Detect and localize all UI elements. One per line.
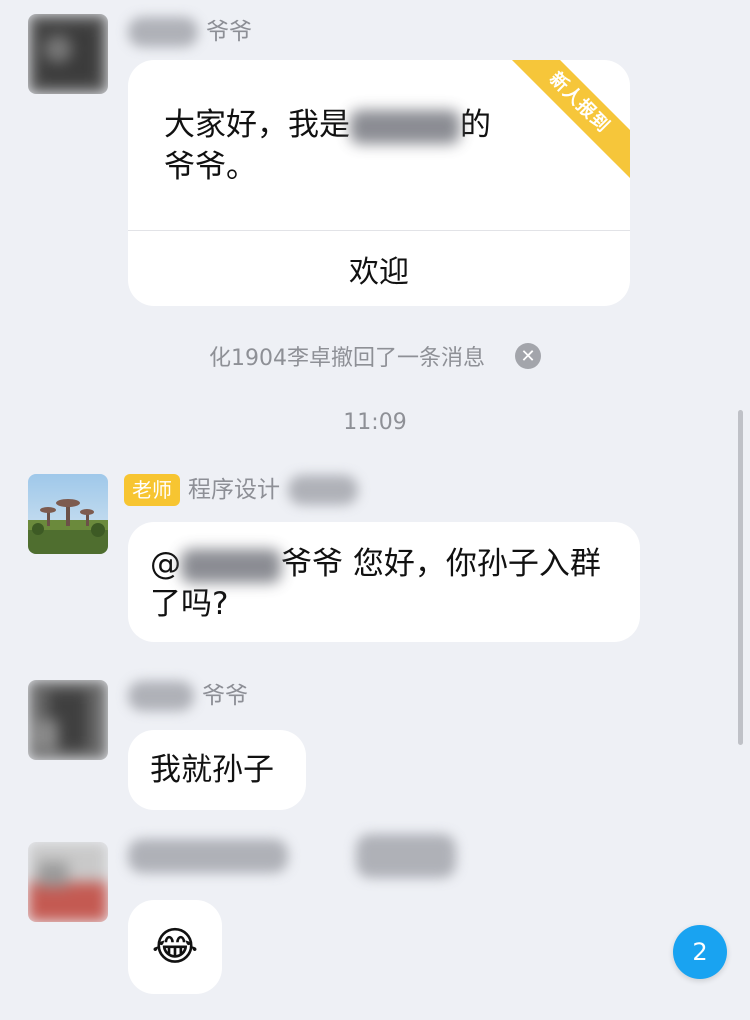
grandpa-message-bubble[interactable]: 我就孙子 (128, 730, 306, 810)
mention-symbol: @ (150, 546, 181, 582)
sender-name: 爷爷 (128, 16, 252, 48)
supertree-photo (28, 474, 108, 554)
unread-count: 2 (692, 938, 708, 966)
redacted-name (128, 839, 288, 873)
teacher-sender: 老师 程序设计 (124, 474, 358, 506)
avatar[interactable] (28, 14, 108, 94)
redacted-name (288, 475, 358, 505)
redacted-name (128, 681, 194, 711)
welcome-message: 大家好，我是 的 爷爷。 (164, 104, 584, 188)
timestamp: 11:09 (343, 410, 407, 435)
avatar-image (28, 680, 108, 760)
avatar[interactable] (28, 680, 108, 760)
close-icon[interactable]: ✕ (515, 343, 541, 369)
redacted-name (356, 834, 456, 878)
avatar-image (28, 14, 108, 94)
redacted-name (350, 109, 460, 144)
grandpa-message-text: 我就孙子 (150, 752, 274, 788)
welcome-button[interactable]: 欢迎 (128, 231, 630, 306)
unread-count-button[interactable]: 2 (673, 925, 727, 979)
sender-name (128, 834, 456, 878)
teacher-avatar[interactable] (28, 474, 108, 554)
teacher-message-bubble[interactable]: @ 爷爷 您好，你孙子入群了吗? (128, 522, 640, 642)
teacher-name: 程序设计 (188, 477, 280, 503)
recall-notice: 化1904李卓撤回了一条消息 ✕ (0, 340, 750, 372)
emoji-message-bubble[interactable]: 😂 (128, 900, 222, 994)
welcome-text-end: 爷爷。 (164, 149, 257, 185)
redacted-name (181, 548, 281, 583)
avatar[interactable] (28, 842, 108, 922)
tears-of-joy-emoji: 😂 (151, 924, 199, 970)
sender-suffix: 爷爷 (206, 19, 252, 45)
teacher-message: @ 爷爷 您好，你孙子入群了吗? (150, 544, 630, 624)
welcome-text-mid: 的 (460, 107, 491, 143)
sender-name: 爷爷 (128, 680, 248, 712)
teacher-badge: 老师 (124, 474, 180, 506)
avatar-image (28, 842, 108, 922)
recall-notice-text: 化1904李卓撤回了一条消息 (209, 346, 485, 371)
welcome-text-start: 大家好，我是 (164, 107, 350, 143)
redacted-name (128, 17, 198, 47)
welcome-card: 新人报到 大家好，我是的 爷爷。 欢迎 (128, 60, 630, 306)
scrollbar[interactable] (738, 410, 743, 745)
sender-suffix: 爷爷 (202, 683, 248, 709)
